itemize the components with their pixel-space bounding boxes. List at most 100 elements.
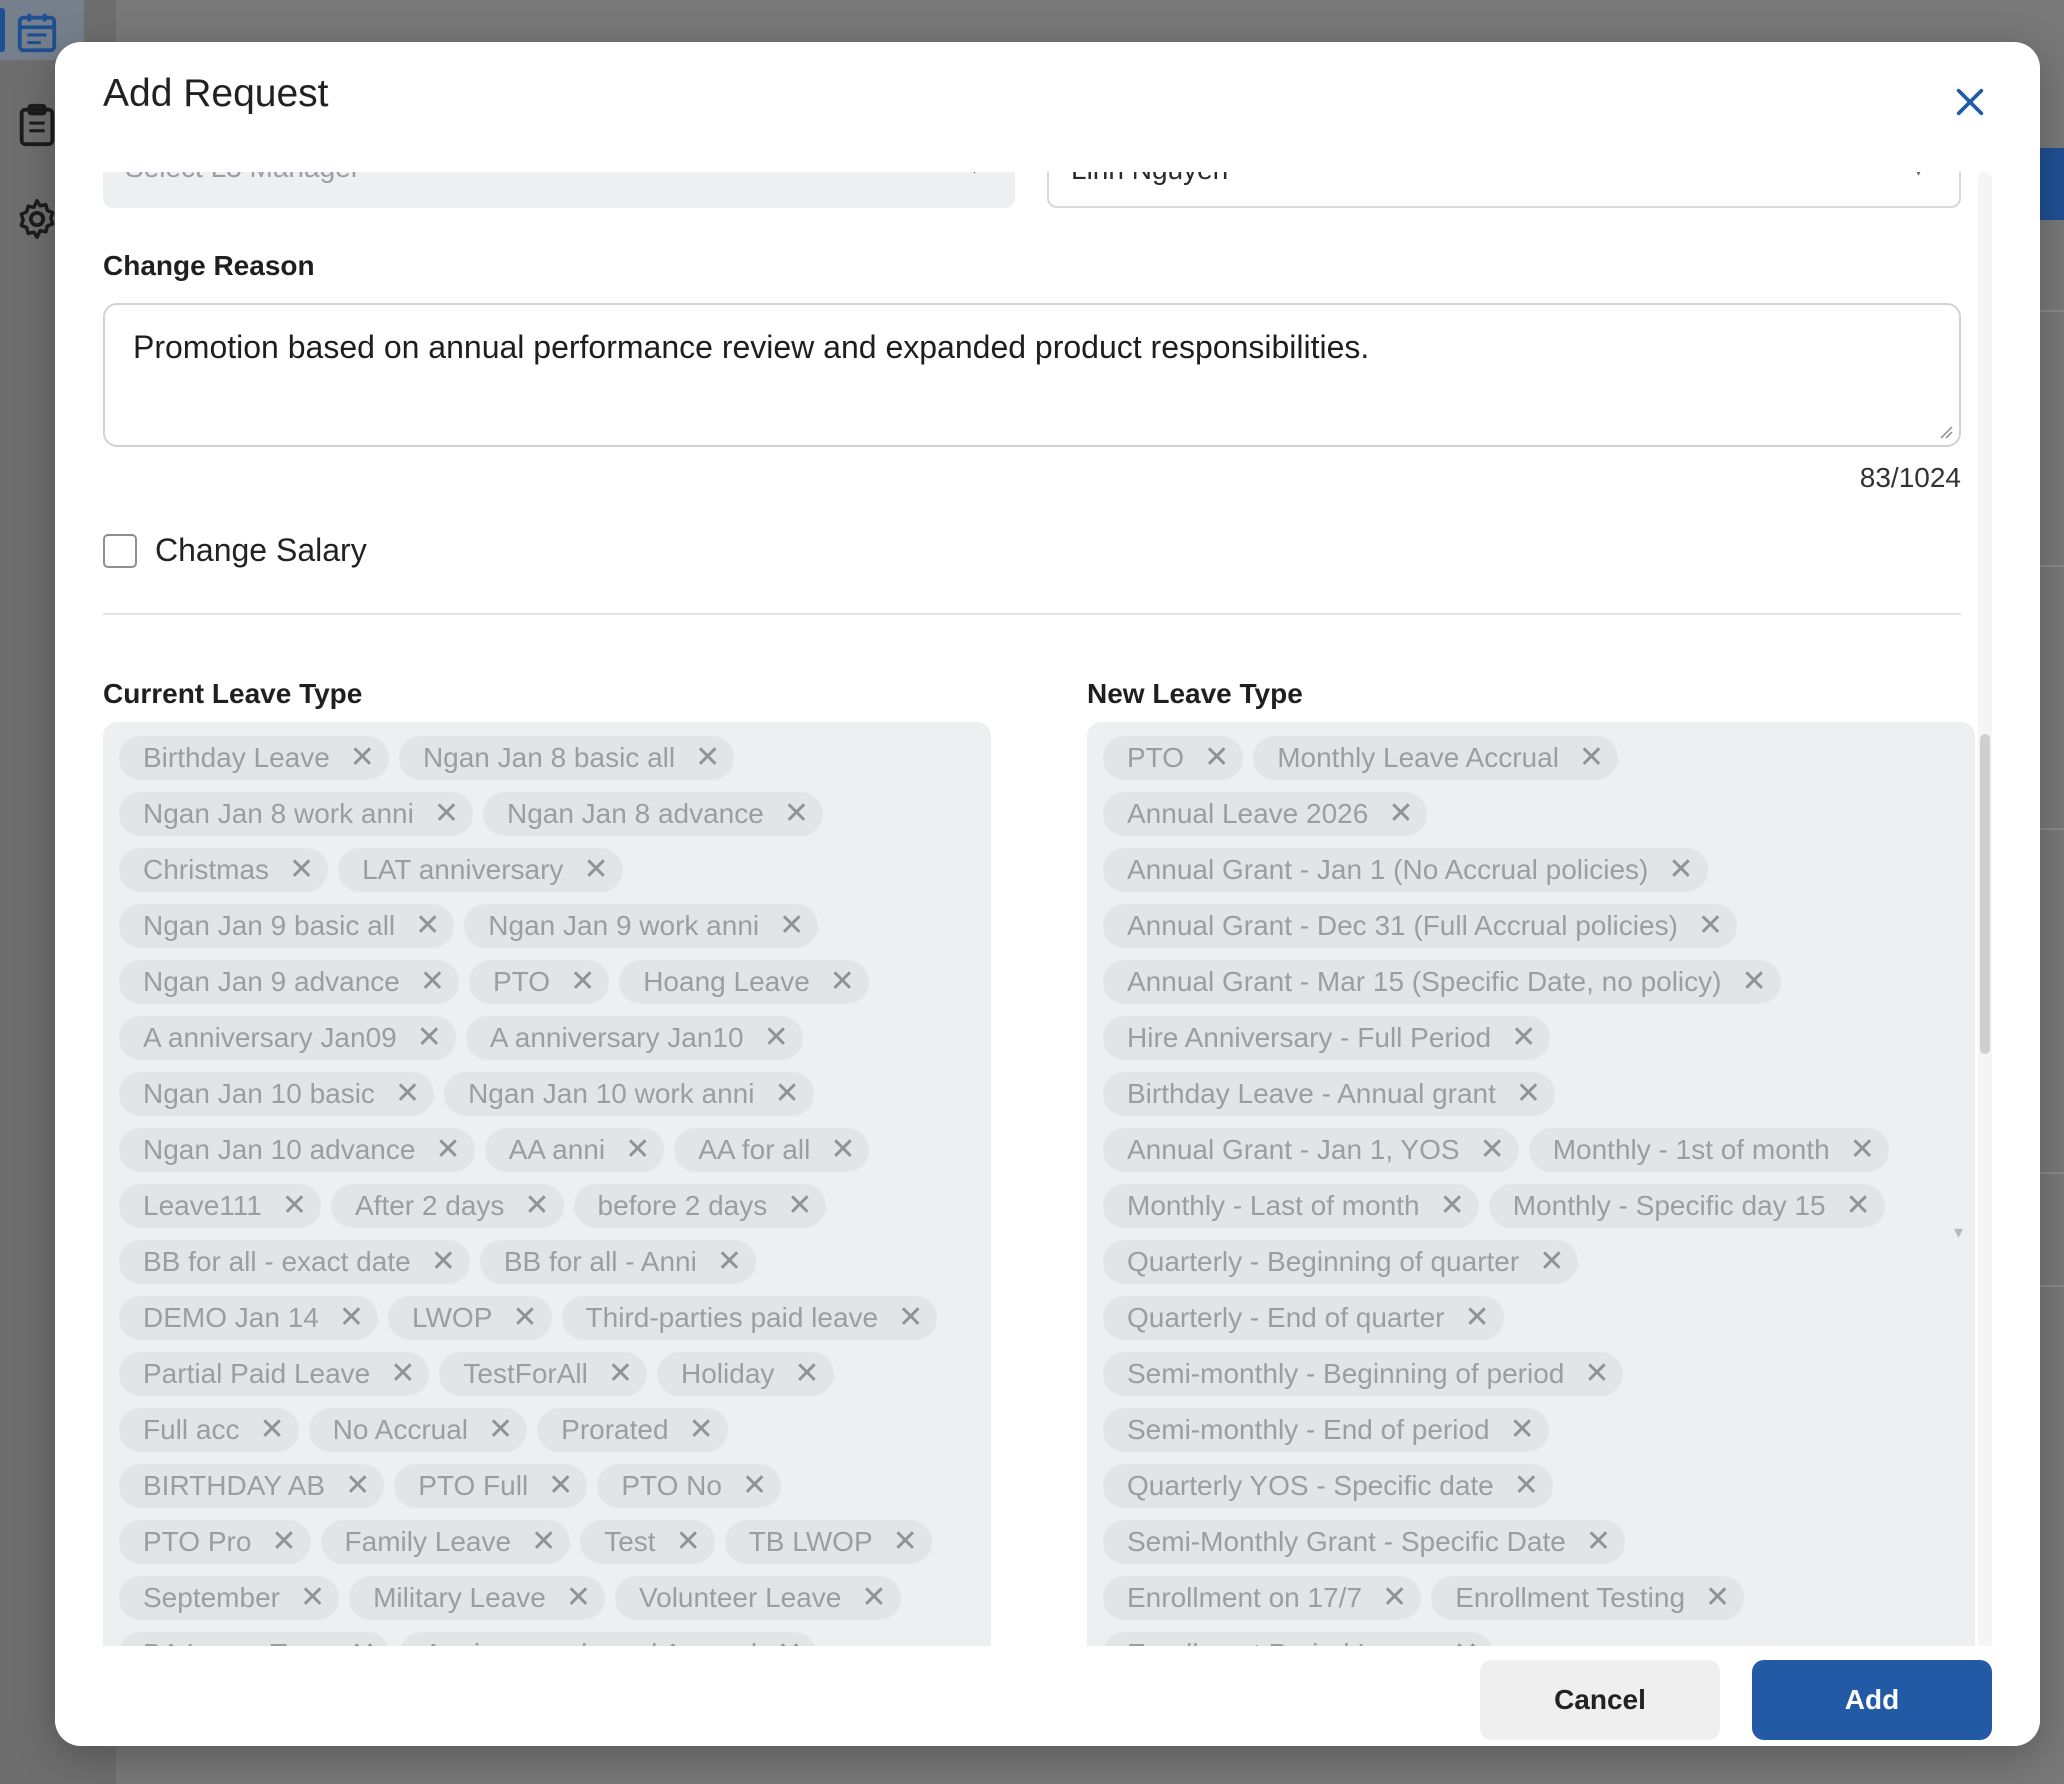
close-icon[interactable]: ✕ [676,1527,701,1557]
close-icon[interactable]: ✕ [566,1583,591,1613]
close-icon[interactable]: ✕ [830,1135,855,1165]
close-icon[interactable]: ✕ [764,1023,789,1053]
close-icon[interactable]: ✕ [1511,1023,1536,1053]
clipboard-icon[interactable] [14,102,60,148]
close-icon[interactable]: ✕ [395,1079,420,1109]
close-icon[interactable]: ✕ [548,1471,573,1501]
modal-scroll-area[interactable]: Select L3 Manager ▾ Linh Nguyen ▾ Change… [103,172,2013,1657]
close-icon[interactable]: ✕ [431,1247,456,1277]
close-icon[interactable]: ✕ [289,855,314,885]
modal-scrollbar-thumb[interactable] [1980,734,1990,1054]
close-icon[interactable]: ✕ [435,1135,460,1165]
add-button[interactable]: Add [1752,1660,1992,1740]
leave-type-chip: A anniversary Jan10 ✕ [465,1016,803,1060]
close-icon[interactable]: ✕ [1464,1303,1489,1333]
close-icon[interactable]: ✕ [695,743,720,773]
close-icon[interactable]: ✕ [583,855,608,885]
manager-select[interactable]: Linh Nguyen ▾ [1047,172,1961,208]
close-icon[interactable]: ✕ [531,1527,556,1557]
close-icon[interactable]: ✕ [1514,1471,1539,1501]
leave-type-chip: September ✕ [119,1576,340,1620]
close-icon[interactable]: ✕ [898,1303,923,1333]
leave-type-chip: BB for all - Anni ✕ [479,1240,756,1284]
close-icon[interactable]: ✕ [1539,1247,1564,1277]
chip-label: BIRTHDAY AB [143,1470,326,1501]
chip-label: PTO [1127,742,1185,773]
leave-type-chip: Annual Grant - Mar 15 (Specific Date, no… [1103,960,1781,1004]
leave-type-chip: Enrollment on 17/7 ✕ [1103,1576,1422,1620]
close-icon[interactable]: ✕ [1440,1191,1465,1221]
leave-type-chip: Monthly - Specific day 15 ✕ [1488,1184,1885,1228]
chevron-down-icon: ▾ [970,172,979,179]
close-icon[interactable]: ✕ [608,1359,633,1389]
close-icon[interactable]: ✕ [689,1415,714,1445]
l3-manager-select[interactable]: Select L3 Manager ▾ [103,172,1015,208]
close-icon[interactable]: ✕ [1480,1135,1505,1165]
close-icon[interactable]: ✕ [524,1191,549,1221]
modal-scrollbar[interactable] [1978,172,1992,1657]
close-icon[interactable]: ✕ [1850,1135,1875,1165]
close-icon[interactable]: ✕ [1382,1583,1407,1613]
close-icon[interactable]: ✕ [512,1303,537,1333]
leave-type-chip: TB LWOP ✕ [724,1520,932,1564]
resize-handle-icon[interactable] [1937,423,1953,439]
close-icon[interactable]: ✕ [1846,1191,1871,1221]
close-icon[interactable]: ✕ [417,1023,442,1053]
gear-icon[interactable] [14,196,60,242]
close-icon[interactable]: ✕ [1584,1359,1609,1389]
close-icon[interactable]: ✕ [259,1415,284,1445]
close-button[interactable] [1942,74,1998,130]
current-leave-type-select[interactable]: Birthday Leave ✕ Ngan Jan 8 basic all ✕ Ngan… [103,722,991,1657]
close-icon[interactable]: ✕ [1579,743,1604,773]
chip-label: Ngan Jan 10 work anni [468,1078,755,1109]
close-icon[interactable]: ✕ [861,1583,886,1613]
close-icon[interactable]: ✕ [1510,1415,1535,1445]
close-icon[interactable]: ✕ [893,1527,918,1557]
close-icon[interactable]: ✕ [1668,855,1693,885]
close-icon[interactable]: ✕ [625,1135,650,1165]
close-icon[interactable]: ✕ [779,911,804,941]
close-icon[interactable]: ✕ [1516,1079,1541,1109]
new-leave-type-select[interactable]: PTO ✕ Monthly Leave Accrual ✕ Annual Leave 2… [1087,722,1975,1657]
close-icon[interactable]: ✕ [830,967,855,997]
close-icon[interactable]: ✕ [282,1191,307,1221]
close-icon[interactable]: ✕ [774,1079,799,1109]
leave-type-chip: Ngan Jan 10 work anni ✕ [444,1072,814,1116]
chip-label: Semi-monthly - Beginning of period [1127,1358,1565,1389]
close-icon[interactable]: ✕ [350,743,375,773]
close-icon[interactable]: ✕ [420,967,445,997]
close-icon[interactable]: ✕ [570,967,595,997]
close-icon[interactable]: ✕ [300,1583,325,1613]
leave-type-chip: A anniversary Jan09 ✕ [119,1016,456,1060]
close-icon[interactable]: ✕ [415,911,440,941]
close-icon[interactable]: ✕ [339,1303,364,1333]
close-icon[interactable]: ✕ [1741,967,1766,997]
close-icon[interactable]: ✕ [390,1359,415,1389]
close-icon[interactable]: ✕ [794,1359,819,1389]
close-icon[interactable]: ✕ [784,799,809,829]
close-icon[interactable]: ✕ [345,1471,370,1501]
calendar-icon[interactable] [14,10,60,56]
close-icon[interactable]: ✕ [1705,1583,1730,1613]
change-reason-textarea[interactable]: Promotion based on annual performance re… [103,303,1961,447]
close-icon[interactable]: ✕ [742,1471,767,1501]
close-icon[interactable]: ✕ [787,1191,812,1221]
chip-label: TestForAll [463,1358,588,1389]
change-salary-label[interactable]: Change Salary [155,532,367,569]
close-icon[interactable]: ✕ [488,1415,513,1445]
change-salary-checkbox[interactable] [103,533,137,568]
leave-type-chip: Annual Leave 2026 ✕ [1103,792,1428,836]
close-icon[interactable]: ✕ [1388,799,1413,829]
close-icon[interactable]: ✕ [1698,911,1723,941]
manager-select-row: Select L3 Manager ▾ Linh Nguyen ▾ [103,172,1961,208]
chip-label: Annual Grant - Jan 1, YOS [1127,1134,1460,1165]
leave-type-chip: PTO ✕ [1103,736,1244,780]
cancel-button[interactable]: Cancel [1480,1660,1720,1740]
close-icon[interactable]: ✕ [434,799,459,829]
close-icon[interactable]: ✕ [717,1247,742,1277]
close-icon[interactable]: ✕ [1204,743,1229,773]
close-icon[interactable]: ✕ [271,1527,296,1557]
chevron-down-icon[interactable]: ▾ [1954,1222,1963,1243]
chip-label: Ngan Jan 9 basic all [143,910,396,941]
close-icon[interactable]: ✕ [1586,1527,1611,1557]
